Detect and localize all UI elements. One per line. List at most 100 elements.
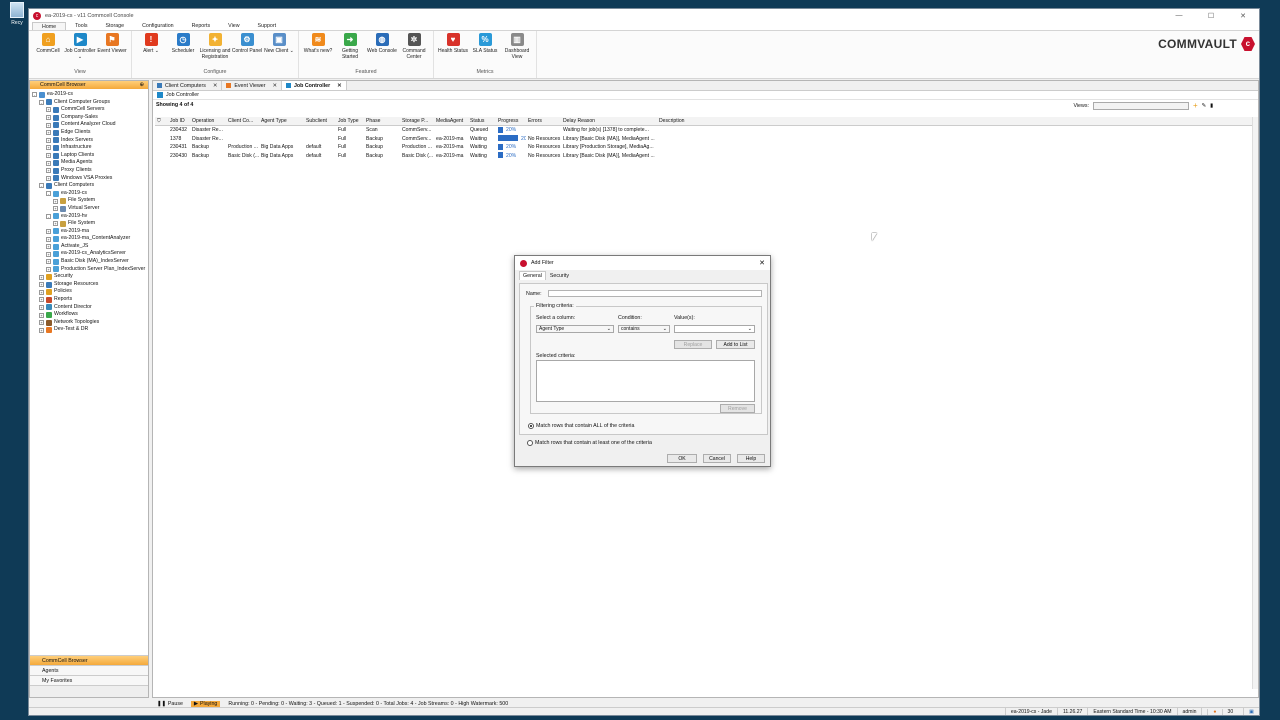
expand-icon[interactable]: + [39,289,44,295]
nav-my-favorites[interactable]: My Favorites [30,675,148,685]
status-alerts[interactable]: ● 30 [1201,708,1243,715]
close-button[interactable]: ✕ [1227,12,1259,20]
expand-icon[interactable]: + [39,312,44,318]
match-all-radio[interactable]: Match rows that contain ALL of the crite… [528,423,634,429]
expand-icon[interactable]: + [46,160,51,166]
vertical-scrollbar[interactable] [1252,117,1258,689]
column-header-agent-type[interactable]: Agent Type [259,117,304,125]
tree-node-file-system[interactable]: + File System [32,220,148,228]
expand-icon[interactable]: + [46,145,51,151]
ok-button[interactable]: OK [667,454,697,463]
tree-node-ea-2019-cs-analyticsserver[interactable]: + ea-2019-cs_AnalyticsServer [32,250,148,258]
dialog-close-icon[interactable]: ✕ [759,259,765,267]
tree-node-windows-vsa-proxies[interactable]: + Windows VSA Proxies [32,175,148,183]
tree-node-network-topologies[interactable]: + Network Topologies [32,319,148,327]
expand-icon[interactable]: + [46,251,51,257]
alert-button[interactable]: ! Alert ⌄ [135,31,167,69]
job-controller-button[interactable]: ▶ Job Controller ⌄ [64,31,96,69]
collapse-icon[interactable]: - [39,99,44,105]
dashboard-view-button[interactable]: ▥ Dashboard View [501,31,533,69]
expand-icon[interactable]: + [46,115,51,121]
tree-node-commcell-servers[interactable]: + CommCell Servers [32,106,148,114]
replace-button[interactable]: Replace [674,340,712,349]
column-header-storage-p[interactable]: Storage P... [400,117,434,125]
views-dropdown[interactable] [1092,101,1189,110]
pin-icon[interactable]: ⊕ [140,81,144,89]
expand-icon[interactable]: + [39,297,44,303]
tab-client-computers[interactable]: Client Computers ✕ [153,81,223,90]
tree-node-storage-resources[interactable]: + Storage Resources [32,281,148,289]
expand-icon[interactable]: + [46,168,51,174]
recycle-bin-desktop-icon[interactable]: Recy [6,2,28,32]
column-header-progress[interactable]: Progress [496,117,526,125]
add-view-icon[interactable]: + [1193,101,1198,110]
tree-node-media-agents[interactable]: + Media Agents [32,159,148,167]
filter-icon[interactable]: ⛉ [155,117,168,125]
column-header-mediaagent[interactable]: MediaAgent [434,117,468,125]
command-center-button[interactable]: ✲ Command Center [398,31,430,69]
tab-general[interactable]: General [519,271,546,280]
column-header-job-type[interactable]: Job Type [336,117,364,125]
expand-icon[interactable]: + [53,198,58,204]
maximize-button[interactable]: ☐ [1195,12,1227,20]
tree-node-ea-2019-cs[interactable]: - ea-2019-cs [32,190,148,198]
tree-node-proxy-clients[interactable]: + Proxy Clients [32,167,148,175]
tab-security[interactable]: Security [547,272,572,280]
menu-storage[interactable]: Storage [97,22,134,30]
column-header-status[interactable]: Status [468,117,496,125]
tree-node-client-computers[interactable]: - Client Computers [32,182,148,190]
expand-icon[interactable]: + [39,304,44,310]
tree-node-infrastructure[interactable]: + Infrastructure [32,144,148,152]
expand-icon[interactable]: + [46,259,51,265]
expand-icon[interactable]: + [53,206,58,212]
tree-node-client-computer-groups[interactable]: - Client Computer Groups [32,99,148,107]
what-s-new-button[interactable]: ≋ What's new? [302,31,334,69]
web-console-button[interactable]: ◍ Web Console [366,31,398,69]
tab-job-controller[interactable]: Job Controller ✕ [281,81,347,90]
column-select[interactable]: Agent Type ⌄ [536,325,614,333]
tree-node-index-servers[interactable]: + Index Servers [32,137,148,145]
sla-status-button[interactable]: % SLA Status [469,31,501,69]
licensing-and-registration-button[interactable]: ✦ Licensing and Registration [199,31,231,69]
add-to-list-button[interactable]: Add to List [716,340,755,349]
tree-node-ea-2019-ma-contentanalyzer[interactable]: + ea-2019-ma_ContentAnalyzer [32,235,148,243]
match-any-radio[interactable]: Match rows that contain at least one of … [527,440,652,446]
tree-node-content-director[interactable]: + Content Director [32,304,148,312]
column-header-subclient[interactable]: Subclient [304,117,336,125]
tree-node-content-analyzer-cloud[interactable]: + Content Analyzer Cloud [32,121,148,129]
expand-icon[interactable]: + [46,153,51,159]
scheduler-button[interactable]: ◷ Scheduler [167,31,199,69]
expand-icon[interactable]: + [46,266,51,272]
table-row[interactable]: 230431 Backup Production ... Big Data Apps d… [155,143,1255,152]
event-viewer-button[interactable]: ⚑ Event Viewer [96,31,128,69]
nav-agents[interactable]: Agents [30,665,148,675]
health-status-button[interactable]: ♥ Health Status [437,31,469,69]
expand-icon[interactable]: + [39,274,44,280]
expand-icon[interactable]: + [53,221,58,227]
menu-support[interactable]: Support [249,22,286,30]
table-row[interactable]: 230432 Disaster Re... Full Scan CommServ... Q… [155,126,1255,135]
column-header-description[interactable]: Description [657,117,717,125]
selected-criteria-list[interactable] [536,360,755,402]
tree-node-company-sales[interactable]: + Company-Sales [32,114,148,122]
collapse-icon[interactable]: - [46,191,51,197]
column-header-phase[interactable]: Phase [364,117,400,125]
collapse-icon[interactable]: - [32,92,37,98]
expand-icon[interactable]: + [39,327,44,333]
expand-icon[interactable]: + [46,236,51,242]
minimize-button[interactable]: — [1163,12,1195,20]
column-header-errors[interactable]: Errors [526,117,561,125]
tab-close-icon[interactable]: ✕ [273,83,277,89]
expand-icon[interactable]: + [46,122,51,128]
expand-icon[interactable]: + [46,107,51,113]
tab-event-viewer[interactable]: Event Viewer ✕ [222,81,282,90]
tree-node-virtual-server[interactable]: + Virtual Server [32,205,148,213]
tree-node-workflows[interactable]: + Workflows [32,311,148,319]
expand-icon[interactable]: + [46,137,51,143]
expand-icon[interactable]: + [46,228,51,234]
expand-icon[interactable]: + [46,130,51,136]
table-row[interactable]: 1378 Disaster Re... Full Backup CommServ... e… [155,135,1255,144]
edit-view-icon[interactable]: ✎ [1202,103,1206,109]
nav-commcell-browser[interactable]: CommCell Browser [30,655,148,665]
tree-node-ea-2019-ma[interactable]: + ea-2019-ma [32,228,148,236]
